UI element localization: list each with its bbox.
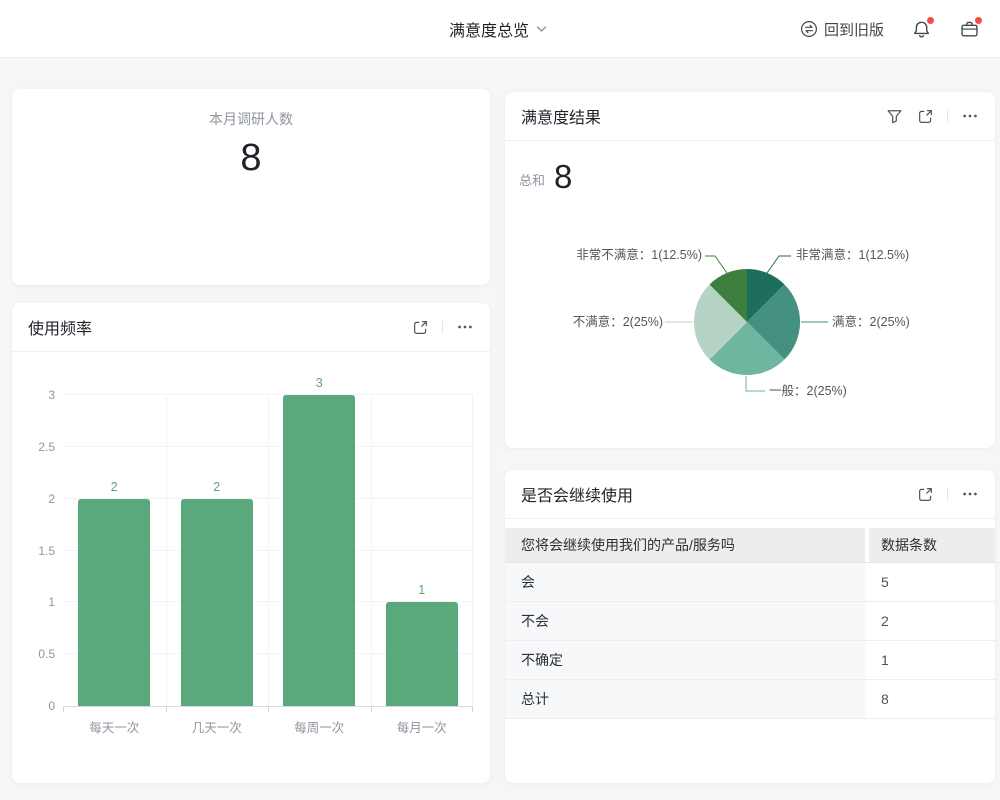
- x-gridline: [268, 396, 269, 706]
- table-row: 总计 8: [505, 680, 995, 719]
- y-axis-label: 1: [17, 595, 55, 609]
- pie-label-very-dissatisfied: 非常不满意：1(12.5%): [576, 248, 702, 262]
- row-label: 总计: [505, 680, 865, 718]
- notification-badge: [927, 17, 934, 24]
- back-to-old-version-label: 回到旧版: [824, 19, 884, 40]
- continue-card-header: 是否会继续使用: [505, 470, 995, 519]
- x-axis-tick: [472, 707, 473, 712]
- bar-每月一次: [386, 602, 458, 706]
- table-column-count: 数据条数: [869, 528, 995, 562]
- y-axis-label: 3: [17, 388, 55, 402]
- workbench-badge: [975, 17, 982, 24]
- pie-leader-line: [705, 256, 727, 273]
- survey-count-value: 8: [12, 139, 490, 177]
- frequency-bar-chart: 00.511.522.532每天一次2几天一次3每周一次1每月一次: [63, 380, 473, 707]
- satisfaction-result-card: 满意度结果 总和 8 非常满意：1(12.5%): [505, 92, 995, 448]
- y-axis-label: 1.5: [17, 544, 55, 558]
- pie-leader-line: [746, 376, 765, 391]
- pie-label-satisfied: 满意：2(25%): [832, 315, 910, 329]
- continue-card-title: 是否会继续使用: [521, 482, 633, 506]
- bar-每周一次: [283, 395, 355, 706]
- row-label: 不会: [505, 602, 865, 640]
- row-value: 5: [869, 563, 995, 601]
- x-axis-label: 每月一次: [371, 717, 474, 736]
- pie-label-very-satisfied: 非常满意：1(12.5%): [796, 248, 909, 262]
- y-axis-label: 2: [17, 492, 55, 506]
- row-label: 不确定: [505, 641, 865, 679]
- x-axis-label: 每天一次: [63, 717, 166, 736]
- frequency-card-title: 使用频率: [28, 315, 92, 339]
- satisfaction-pie-chart: [505, 92, 995, 448]
- row-value: 8: [869, 680, 995, 718]
- x-axis-tick: [63, 707, 64, 712]
- y-axis-label: 2.5: [17, 440, 55, 454]
- continue-use-card: 是否会继续使用 您将会继续使用我们的产品/服务吗 数据条数 会 5: [505, 470, 995, 783]
- workbench-button[interactable]: [958, 18, 980, 40]
- y-gridline: [63, 394, 473, 395]
- app-header: 满意度总览 回到旧版: [0, 0, 1000, 58]
- dashboard-title-dropdown[interactable]: 满意度总览: [449, 0, 547, 58]
- x-axis-tick: [268, 707, 269, 712]
- bar-几天一次: [181, 499, 253, 706]
- pie-label-dissatisfied: 不满意：2(25%): [573, 315, 663, 329]
- icon-divider: [442, 320, 443, 334]
- usage-frequency-card: 使用频率 0 0.5 1 1.5 2 2.5 3 2 每天一次 2 几天一次 3 每周一次 1 每月一次: [12, 303, 490, 783]
- bar-value-label: 3: [283, 376, 355, 390]
- x-axis-tick: [371, 707, 372, 712]
- frequency-card-header: 使用频率: [12, 303, 490, 352]
- row-label: 会: [505, 563, 865, 601]
- export-icon[interactable]: [411, 318, 429, 336]
- icon-divider: [947, 487, 948, 501]
- survey-count-card: 本月调研人数 8: [12, 89, 490, 285]
- continue-use-table: 您将会继续使用我们的产品/服务吗 数据条数 会 5 不会 2 不确定 1 总计 …: [505, 528, 995, 719]
- bar-value-label: 2: [181, 480, 253, 494]
- chevron-down-icon: [536, 25, 547, 33]
- y-axis-label: 0: [17, 699, 55, 713]
- more-icon[interactable]: [961, 485, 979, 503]
- x-gridline: [472, 396, 473, 706]
- x-gridline: [371, 396, 372, 706]
- page-title: 满意度总览: [449, 17, 529, 41]
- header-actions: 回到旧版: [800, 0, 980, 58]
- notification-bell-button[interactable]: [910, 18, 932, 40]
- pie-leader-line: [767, 256, 791, 273]
- pie-label-neutral: 一般：2(25%): [769, 384, 847, 398]
- bar-value-label: 1: [386, 583, 458, 597]
- table-row: 不确定 1: [505, 641, 995, 680]
- x-axis-tick: [166, 707, 167, 712]
- table-column-question: 您将会继续使用我们的产品/服务吗: [505, 528, 865, 562]
- bar-每天一次: [78, 499, 150, 706]
- x-gridline: [166, 396, 167, 706]
- row-value: 2: [869, 602, 995, 640]
- x-axis-label: 几天一次: [166, 717, 269, 736]
- bar-value-label: 2: [78, 480, 150, 494]
- switch-version-icon: [800, 20, 818, 38]
- table-row: 不会 2: [505, 602, 995, 641]
- x-axis-label: 每周一次: [268, 717, 371, 736]
- export-icon[interactable]: [916, 485, 934, 503]
- table-row: 会 5: [505, 563, 995, 602]
- row-value: 1: [869, 641, 995, 679]
- more-icon[interactable]: [456, 318, 474, 336]
- table-header-row: 您将会继续使用我们的产品/服务吗 数据条数: [505, 528, 995, 563]
- survey-count-title: 本月调研人数: [12, 109, 490, 129]
- back-to-old-version-button[interactable]: 回到旧版: [800, 19, 884, 40]
- y-axis-label: 0.5: [17, 647, 55, 661]
